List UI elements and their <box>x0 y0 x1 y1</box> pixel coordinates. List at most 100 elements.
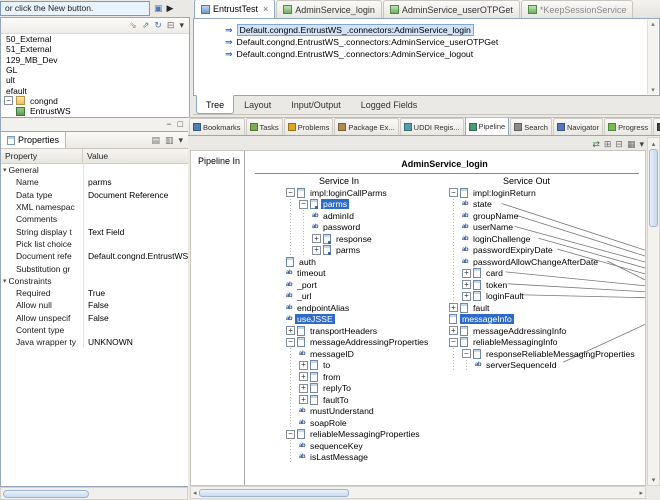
pipeline-tree-item[interactable]: messageInfo <box>449 314 637 326</box>
collapse-icon[interactable]: − <box>286 188 295 197</box>
pipeline-tree-item[interactable]: +messageAddressingInfo <box>449 325 637 337</box>
pipeline-tree-item[interactable]: abisLastMessage <box>286 452 430 464</box>
tab-progress[interactable]: Progress <box>604 118 652 135</box>
property-row[interactable]: Comments <box>1 213 188 225</box>
scroll-right-icon[interactable]: ▸ <box>639 489 643 497</box>
scroll-left-icon[interactable]: ◂ <box>193 489 197 497</box>
pipeline-tree-item[interactable]: +replyTo <box>286 383 430 395</box>
property-row[interactable]: String display tText Field <box>1 225 188 237</box>
view-menu-icon[interactable]: ▾ <box>179 21 184 30</box>
property-row[interactable]: Pick list choice <box>1 238 188 250</box>
scroll-down-icon[interactable]: ▾ <box>651 86 655 94</box>
expand-icon[interactable]: + <box>286 326 295 335</box>
pipeline-tree-item[interactable]: −impl:loginCallParms <box>286 187 430 199</box>
refresh-icon[interactable]: ↻ <box>154 21 162 30</box>
pipeline-tree-item[interactable]: −responseReliableMessagingProperties <box>449 348 637 360</box>
view-tab-layout[interactable]: Layout <box>234 96 281 114</box>
categories-icon[interactable]: ▤ <box>151 136 160 145</box>
scroll-down-icon[interactable]: ▾ <box>652 474 656 485</box>
view-tab-logged-fields[interactable]: Logged Fields <box>351 96 428 114</box>
pipeline-tree-item[interactable]: −parms <box>286 199 430 211</box>
property-row[interactable]: Nameparms <box>1 176 188 188</box>
tab-search[interactable]: Search <box>510 118 552 135</box>
pipeline-hscrollbar[interactable]: ◂ ▸ <box>190 486 646 499</box>
expand-icon[interactable]: + <box>462 292 471 301</box>
pipeline-tree-item[interactable]: −reliableMessagingProperties <box>286 429 430 441</box>
pipeline-tree-item[interactable]: ab_url <box>286 291 430 303</box>
navigator-item[interactable]: EntrustWS <box>1 106 189 116</box>
pipeline-tree-item[interactable]: +token <box>449 279 637 291</box>
collapse-icon[interactable]: − <box>449 188 458 197</box>
pipeline-tree-item[interactable]: abpasswordExpiryDate <box>449 245 637 257</box>
pipeline-tree-item[interactable]: +card <box>449 268 637 280</box>
scroll-up-icon[interactable]: ▴ <box>651 20 655 28</box>
collapse-icon[interactable]: − <box>299 200 308 209</box>
pipeline-tree-item[interactable]: +fault <box>449 302 637 314</box>
import-icon[interactable]: ⇘ <box>129 21 137 30</box>
export-icon[interactable]: ⇗ <box>142 21 150 30</box>
flow-step[interactable]: ⇒Default.congnd.EntrustWS_.connectors:Ad… <box>194 24 659 36</box>
pipeline-tree-item[interactable]: abmessageID <box>286 348 430 360</box>
filter-icon[interactable]: ▥ <box>165 136 174 145</box>
editor-tab[interactable]: EntrustTest× <box>194 0 275 18</box>
expand-icon[interactable]: + <box>449 326 458 335</box>
flow-step[interactable]: ⇒Default.congnd.EntrustWS_.connectors:Ad… <box>194 36 659 48</box>
expand-icon[interactable]: + <box>299 395 308 404</box>
pipeline-tree-item[interactable]: absoapRole <box>286 417 430 429</box>
pipeline-tree-item[interactable]: +loginFault <box>449 291 637 303</box>
navigator-item[interactable]: −congnd <box>1 96 189 106</box>
view-tab-tree[interactable]: Tree <box>196 95 234 114</box>
tab-tasks[interactable]: Tasks <box>246 118 283 135</box>
expand-icon[interactable]: + <box>299 384 308 393</box>
navigator-item[interactable]: ult <box>1 75 189 85</box>
tab-properties[interactable]: Properties <box>1 132 66 148</box>
expand-icon[interactable]: + <box>462 280 471 289</box>
pipeline-tree-item[interactable]: −messageAddressingProperties <box>286 337 430 349</box>
tab-console[interactable]: Console <box>653 118 660 135</box>
pipeline-vscrollbar[interactable]: ▴ ▾ <box>647 137 660 486</box>
pipeline-tree-item[interactable]: abloginChallenge <box>449 233 637 245</box>
property-row[interactable]: ▾General <box>1 164 188 176</box>
properties-hscrollbar[interactable] <box>0 487 188 500</box>
pipeline-tree-item[interactable]: abuserName <box>449 222 637 234</box>
scrollbar-thumb[interactable] <box>649 149 658 227</box>
arrow-right-icon[interactable]: ▶ <box>167 4 174 13</box>
pipeline-tree-item[interactable]: abmustUnderstand <box>286 406 430 418</box>
scrollbar-thumb[interactable] <box>199 489 349 497</box>
collapse-icon[interactable]: − <box>4 96 13 105</box>
pipeline-tree-item[interactable]: abstate <box>449 199 637 211</box>
layers-icon[interactable]: ▦ <box>627 140 636 149</box>
pipeline-tree-item[interactable]: +transportHeaders <box>286 325 430 337</box>
expand-all-icon[interactable]: ⊞ <box>604 140 612 149</box>
property-row[interactable]: Allow nullFalse <box>1 299 188 311</box>
tab-problems[interactable]: Problems <box>284 118 334 135</box>
collapse-all-icon[interactable]: ⊟ <box>615 140 623 149</box>
view-menu-icon[interactable]: ▾ <box>639 140 644 149</box>
pipeline-tree-item[interactable]: abpasswordAllowChangeAfterDate <box>449 256 637 268</box>
editor-tab[interactable]: AdminService_userOTPGet <box>383 0 520 18</box>
window-icon[interactable]: ▣ <box>154 4 163 13</box>
pipeline-tree-item[interactable]: abadminId <box>286 210 430 222</box>
pipeline-tree-item[interactable]: +faultTo <box>286 394 430 406</box>
tab-navigator[interactable]: Navigator <box>553 118 603 135</box>
pipeline-tree-item[interactable]: ab_port <box>286 279 430 291</box>
property-row[interactable]: XML namespac <box>1 201 188 213</box>
property-row[interactable]: Java wrapper tyUNKNOWN <box>1 336 188 348</box>
pipeline-tree-item[interactable]: +from <box>286 371 430 383</box>
section-twisty-icon[interactable]: ▾ <box>3 277 7 285</box>
pipeline-tree-item[interactable]: abgroupName <box>449 210 637 222</box>
pipeline-tree-item[interactable]: abtimeout <box>286 268 430 280</box>
property-row[interactable]: Data typeDocument Reference <box>1 189 188 201</box>
navigator-item[interactable]: 129_MB_Dev <box>1 55 189 65</box>
navigator-item[interactable]: 50_External <box>1 34 189 44</box>
scrollbar-thumb[interactable] <box>3 490 89 498</box>
expand-icon[interactable]: + <box>312 234 321 243</box>
view-menu-icon[interactable]: ▾ <box>178 136 183 145</box>
pipeline-tree-item[interactable]: absequenceKey <box>286 440 430 452</box>
property-row[interactable]: Content type <box>1 324 188 336</box>
property-row[interactable]: RequiredTrue <box>1 287 188 299</box>
collapse-icon[interactable]: − <box>462 349 471 358</box>
pipeline-tree-item[interactable]: +response <box>286 233 430 245</box>
tab-uddi[interactable]: UDDI Regis... <box>400 118 464 135</box>
property-row[interactable]: Allow unspecifFalse <box>1 312 188 324</box>
